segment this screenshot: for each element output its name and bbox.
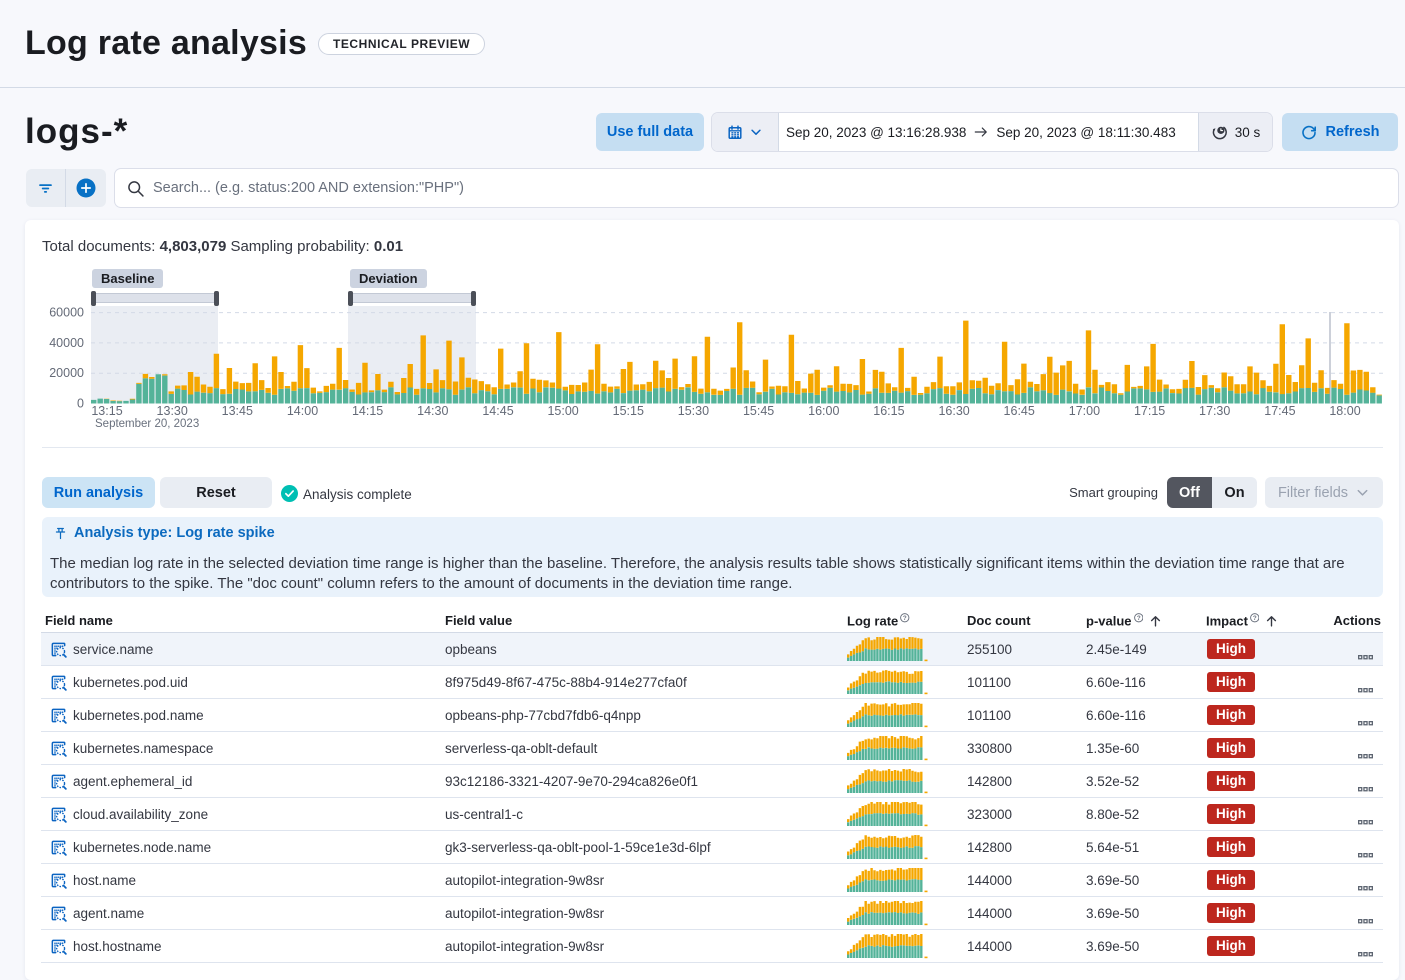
- svg-text:15:15: 15:15: [613, 404, 644, 418]
- svg-text:?: ?: [903, 615, 907, 622]
- svg-text:15:45: 15:45: [743, 404, 774, 418]
- svg-text:16:45: 16:45: [1004, 404, 1035, 418]
- svg-text:14:00: 14:00: [287, 404, 318, 418]
- svg-text:13:15: 13:15: [91, 404, 122, 418]
- svg-text:?: ?: [1253, 615, 1257, 622]
- svg-text:14:15: 14:15: [352, 404, 383, 418]
- svg-text:15:00: 15:00: [547, 404, 578, 418]
- svg-text:20000: 20000: [49, 366, 84, 380]
- svg-text:18:00: 18:00: [1329, 404, 1360, 418]
- svg-text:16:30: 16:30: [938, 404, 969, 418]
- svg-text:September 20, 2023: September 20, 2023: [95, 418, 199, 430]
- svg-text:17:15: 17:15: [1134, 404, 1165, 418]
- svg-text:60000: 60000: [49, 306, 84, 320]
- svg-text:17:45: 17:45: [1264, 404, 1295, 418]
- svg-text:40000: 40000: [49, 336, 84, 350]
- svg-text:?: ?: [1136, 615, 1140, 622]
- svg-text:13:45: 13:45: [222, 404, 253, 418]
- svg-text:16:15: 16:15: [873, 404, 904, 418]
- svg-text:14:45: 14:45: [482, 404, 513, 418]
- svg-text:17:00: 17:00: [1069, 404, 1100, 418]
- svg-text:0: 0: [77, 397, 84, 411]
- svg-text:16:00: 16:00: [808, 404, 839, 418]
- svg-text:13:30: 13:30: [157, 404, 188, 418]
- svg-text:15:30: 15:30: [678, 404, 709, 418]
- svg-text:14:30: 14:30: [417, 404, 448, 418]
- svg-text:17:30: 17:30: [1199, 404, 1230, 418]
